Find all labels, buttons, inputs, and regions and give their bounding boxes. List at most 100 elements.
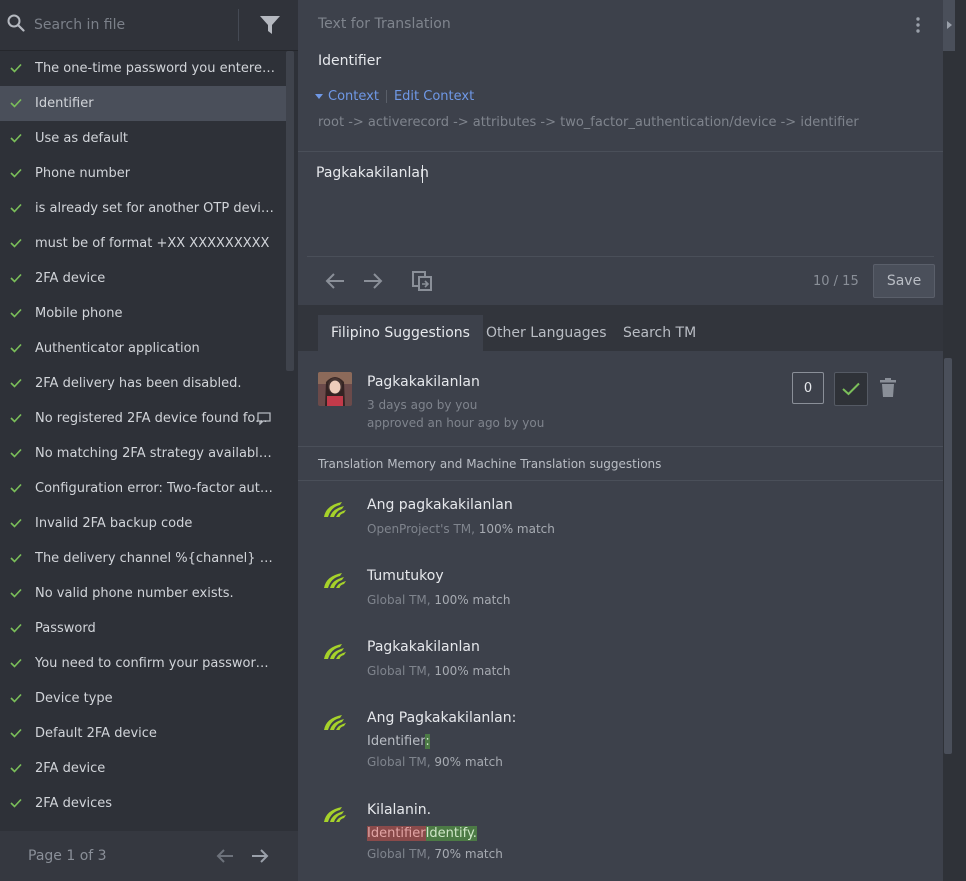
editor-header-title: Text for Translation <box>318 16 451 32</box>
tm-logo-icon <box>322 570 348 590</box>
check-icon <box>10 98 22 108</box>
arrow-right-icon[interactable] <box>362 270 384 292</box>
tm-section-title: Translation Memory and Machine Translati… <box>318 457 662 471</box>
save-button[interactable]: Save <box>873 264 935 298</box>
suggestions-scrollbar[interactable] <box>944 358 952 754</box>
string-counter: 10 / 15 <box>813 274 859 289</box>
list-item[interactable]: You need to confirm your password u... <box>0 646 288 681</box>
list-item-label: Default 2FA device <box>35 726 157 741</box>
editor-panel: Text for Translation Identifier Context … <box>298 0 943 305</box>
diff-inserted: Identify. <box>425 826 477 841</box>
list-item[interactable]: Use as default <box>0 121 288 156</box>
list-item[interactable]: 2FA devices <box>0 786 288 821</box>
list-item[interactable]: Phone number <box>0 156 288 191</box>
tm-match-percent: 100% match <box>434 593 511 607</box>
divider <box>307 256 934 257</box>
list-item-label: must be of format +XX XXXXXXXXX <box>35 236 270 251</box>
text-caret <box>422 165 423 183</box>
check-icon <box>10 448 22 458</box>
divider <box>298 151 943 152</box>
check-icon <box>10 483 22 493</box>
check-icon <box>10 728 22 738</box>
collapse-right-panel-button[interactable] <box>943 0 955 51</box>
list-item-label: Invalid 2FA backup code <box>35 516 193 531</box>
context-path: root -> activerecord -> attributes -> tw… <box>318 115 859 130</box>
tm-suggestion-text: Ang Pagkakakilanlan: <box>367 710 517 726</box>
list-item[interactable]: No matching 2FA strategy available fo... <box>0 436 288 471</box>
tm-suggestion-text: Pagkakakilanlan <box>367 639 480 655</box>
suggestion-approval: approved an hour ago by you <box>367 416 545 430</box>
list-item-label: No registered 2FA device found fo... <box>35 411 268 426</box>
tm-match-percent: 100% match <box>478 522 555 536</box>
list-item[interactable]: The one-time password you entered ... <box>0 51 288 86</box>
tm-source-name: Global TM, <box>367 593 435 607</box>
context-label: Context <box>328 89 379 104</box>
translation-input[interactable] <box>316 160 926 250</box>
tm-source: Global TM, 100% match <box>367 664 510 678</box>
tm-source-name: Global TM, <box>367 664 435 678</box>
list-item[interactable]: Configuration error: Two-factor authe... <box>0 471 288 506</box>
check-icon <box>10 623 22 633</box>
copy-source-icon[interactable] <box>411 270 433 292</box>
list-item-label: You need to confirm your password u... <box>35 656 275 671</box>
tab-filipino-suggestions[interactable]: Filipino Suggestions <box>318 315 483 351</box>
check-icon <box>10 378 22 388</box>
list-item[interactable]: 2FA device <box>0 751 288 786</box>
list-item-label: No matching 2FA strategy available fo... <box>35 446 275 461</box>
approve-button[interactable] <box>834 372 868 406</box>
list-item[interactable]: Invalid 2FA backup code <box>0 506 288 541</box>
context-toggle[interactable]: Context <box>315 89 379 104</box>
list-item[interactable]: No registered 2FA device found fo... <box>0 401 288 436</box>
trash-icon[interactable] <box>879 378 897 398</box>
search-icon <box>7 14 25 32</box>
check-icon <box>10 763 22 773</box>
tm-source: Global TM, 70% match <box>367 847 503 861</box>
context-row: Context Edit Context <box>315 89 474 104</box>
checkmark-icon <box>842 382 860 396</box>
suggestion-text: Pagkakakilanlan <box>367 374 480 390</box>
tm-logo-icon <box>322 712 348 732</box>
list-item-label: Identifier <box>35 96 94 111</box>
filter-icon[interactable] <box>259 14 281 36</box>
list-item[interactable]: 2FA device <box>0 261 288 296</box>
list-item[interactable]: Password <box>0 611 288 646</box>
arrow-right-icon[interactable] <box>251 848 269 864</box>
list-item-label: is already set for another OTP device. <box>35 201 275 216</box>
search-input[interactable] <box>34 10 229 40</box>
list-item[interactable]: is already set for another OTP device. <box>0 191 288 226</box>
string-list: The one-time password you entered ... Ide… <box>0 51 288 821</box>
list-item[interactable]: Device type <box>0 681 288 716</box>
list-item[interactable]: No valid phone number exists. <box>0 576 288 611</box>
search-divider <box>238 9 239 41</box>
tm-logo-icon <box>322 804 348 824</box>
arrow-left-icon[interactable] <box>324 270 346 292</box>
list-item[interactable]: 2FA delivery has been disabled. <box>0 366 288 401</box>
tm-diff: Identifier: <box>367 734 430 749</box>
edit-context-link[interactable]: Edit Context <box>394 89 474 104</box>
diff-deleted: Identifier <box>367 826 426 841</box>
tab-search-tm[interactable]: Search TM <box>610 315 709 351</box>
vote-count: 0 <box>792 372 824 404</box>
list-item[interactable]: The delivery channel %{channel} is un... <box>0 541 288 576</box>
arrow-left-icon[interactable] <box>216 848 234 864</box>
check-icon <box>10 273 22 283</box>
list-item[interactable]: Authenticator application <box>0 331 288 366</box>
suggestion-date: 3 days ago by you <box>367 398 478 412</box>
tm-source-name: Global TM, <box>367 847 435 861</box>
tm-diff: IdentifierIdentify. <box>367 826 477 841</box>
tm-source: Global TM, 90% match <box>367 755 503 769</box>
list-scrollbar[interactable] <box>286 51 294 371</box>
comment-icon <box>257 412 271 425</box>
suggestion-tabs: Filipino Suggestions Other Languages Sea… <box>298 305 943 351</box>
tab-other-languages[interactable]: Other Languages <box>473 315 620 351</box>
list-item[interactable]: Identifier <box>0 86 288 121</box>
list-item[interactable]: Default 2FA device <box>0 716 288 751</box>
diff-unchanged: Identifier <box>367 734 426 749</box>
list-item[interactable]: must be of format +XX XXXXXXXXX <box>0 226 288 261</box>
check-icon <box>10 308 22 318</box>
list-item-label: 2FA delivery has been disabled. <box>35 376 242 391</box>
tm-logo-icon <box>322 641 348 661</box>
tm-match-percent: 90% match <box>434 755 503 769</box>
list-item[interactable]: Mobile phone <box>0 296 288 331</box>
more-options-icon[interactable] <box>914 16 922 34</box>
